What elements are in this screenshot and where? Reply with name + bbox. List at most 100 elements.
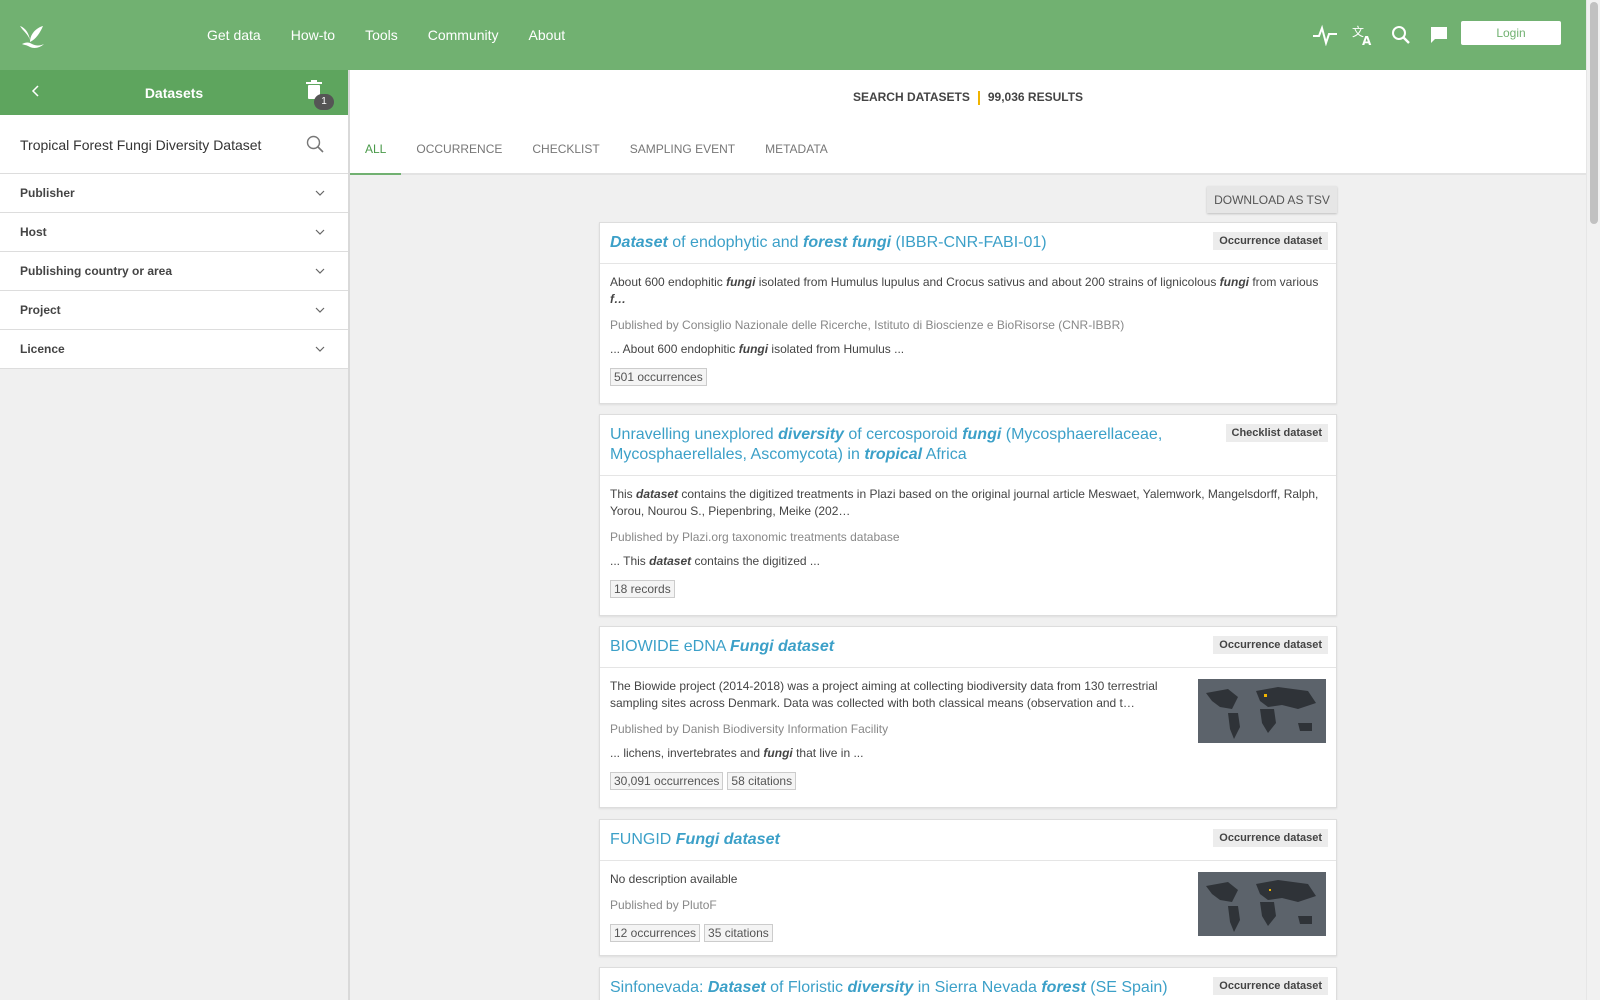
facet-label: Licence [20, 342, 65, 356]
card-header: FUNGID Fungi dataset Occurrence dataset [600, 820, 1336, 861]
dataset-type-badge: Occurrence dataset [1213, 232, 1328, 250]
search-term-highlight: fungi [851, 234, 892, 251]
citation-count-chip[interactable]: 35 citations [704, 924, 773, 942]
search-term-highlight: fungi [763, 746, 793, 760]
facet-publishing-country[interactable]: Publishing country or area [0, 252, 348, 291]
nav-about[interactable]: About [514, 27, 581, 43]
dataset-type-badge: Occurrence dataset [1213, 977, 1328, 995]
dataset-title-link[interactable]: BIOWIDE eDNA Fungi dataset [610, 638, 834, 655]
dataset-card: FUNGID Fungi dataset Occurrence dataset … [599, 819, 1337, 956]
svg-text:A: A [1362, 34, 1372, 47]
card-header: BIOWIDE eDNA Fungi dataset Occurrence da… [600, 627, 1336, 668]
gbif-leaf-logo[interactable] [16, 20, 46, 50]
metric-chips: 18 records [610, 580, 1326, 598]
metric-chips: 30,091 occurrences 58 citations [610, 772, 1326, 790]
facet-label: Host [20, 225, 47, 239]
nav-get-data[interactable]: Get data [192, 27, 276, 43]
activity-icon[interactable] [1312, 22, 1338, 48]
sidebar-search [0, 115, 348, 174]
tab-occurrence[interactable]: OCCURRENCE [401, 122, 517, 175]
dataset-card: BIOWIDE eDNA Fungi dataset Occurrence da… [599, 626, 1337, 808]
search-term-highlight: forest [1041, 979, 1086, 996]
feedback-icon[interactable] [1426, 22, 1452, 48]
dataset-title-link[interactable]: Unravelling unexplored diversity of cerc… [610, 426, 1162, 463]
results-separator [977, 90, 980, 105]
dataset-type-badge: Occurrence dataset [1213, 829, 1328, 847]
search-icon[interactable] [1388, 22, 1414, 48]
chevron-down-icon [315, 190, 325, 196]
occurrence-count-chip[interactable]: 501 occurrences [610, 368, 707, 386]
facet-label: Publisher [20, 186, 75, 200]
search-term-highlight: Fungi [675, 831, 720, 848]
search-term-highlight: diversity [778, 426, 844, 443]
world-map-thumbnail[interactable] [1198, 872, 1326, 936]
record-count-chip[interactable]: 18 records [610, 580, 675, 598]
toolbar-icons: 文A [1312, 22, 1452, 48]
search-snippet: ... About 600 endophitic fungi isolated … [610, 342, 905, 356]
search-term-highlight: Fungi [730, 638, 774, 655]
chevron-down-icon [315, 346, 325, 352]
occurrence-count-chip[interactable]: 12 occurrences [610, 924, 701, 942]
translate-icon[interactable]: 文A [1350, 22, 1376, 48]
search-term-highlight: dataset [723, 831, 780, 848]
scrollbar-thumb[interactable] [1590, 2, 1598, 224]
facet-publisher[interactable]: Publisher [0, 174, 348, 213]
dataset-type-badge: Occurrence dataset [1213, 636, 1328, 654]
nav-tools[interactable]: Tools [350, 27, 413, 43]
search-term-highlight: diversity [847, 979, 914, 996]
sidebar-header: Datasets 1 [0, 70, 348, 115]
page-scrollbar[interactable] [1586, 0, 1600, 1000]
facet-project[interactable]: Project [0, 291, 348, 330]
card-header: Dataset of endophytic and forest fungi (… [600, 223, 1336, 264]
search-snippet: ... This dataset contains the digitized … [610, 554, 820, 568]
dataset-publisher: Published by Plazi.org taxonomic treatme… [610, 530, 900, 544]
card-header: Unravelling unexplored diversity of cerc… [600, 415, 1336, 476]
dataset-type-badge: Checklist dataset [1225, 424, 1328, 442]
tab-checklist[interactable]: CHECKLIST [517, 122, 614, 175]
tab-metadata[interactable]: METADATA [750, 122, 843, 175]
search-term-highlight: fungi [962, 426, 1002, 443]
dataset-publisher: Published by Consiglio Nazionale delle R… [610, 318, 1125, 332]
tab-all[interactable]: ALL [350, 122, 402, 175]
dataset-type-tabs: ALL OCCURRENCE CHECKLIST SAMPLING EVENT … [350, 122, 843, 175]
chevron-left-icon[interactable] [28, 83, 44, 99]
download-tsv-button[interactable]: DOWNLOAD AS TSV [1207, 186, 1337, 213]
results-summary: SEARCH DATASETS 99,036 RESULTS [350, 90, 1586, 105]
nav-how-to[interactable]: How-to [276, 27, 350, 43]
facet-label: Project [20, 303, 61, 317]
dataset-description: No description available [610, 872, 738, 886]
facet-host[interactable]: Host [0, 213, 348, 252]
search-term-highlight: f… [610, 292, 626, 306]
dataset-title-link[interactable]: FUNGID Fungi dataset [610, 831, 780, 848]
dataset-card: Dataset of endophytic and forest fungi (… [599, 222, 1337, 404]
dataset-title-link[interactable]: Sinfonevada: Dataset of Floristic divers… [610, 979, 1168, 996]
search-term-highlight: dataset [778, 638, 835, 655]
metric-chips: 501 occurrences [610, 368, 1326, 386]
card-header: Sinfonevada: Dataset of Floristic divers… [600, 968, 1336, 1000]
citation-count-chip[interactable]: 58 citations [727, 772, 797, 790]
dataset-description: About 600 endophitic fungi isolated from… [610, 275, 1319, 306]
chevron-down-icon [315, 307, 325, 313]
nav-community[interactable]: Community [413, 27, 514, 43]
filter-count-badge: 1 [314, 94, 334, 110]
tab-sampling-event[interactable]: SAMPLING EVENT [615, 122, 750, 175]
search-term-highlight: fungi [726, 275, 756, 289]
dataset-title-link[interactable]: Dataset of endophytic and forest fungi (… [610, 234, 1047, 251]
results-header: SEARCH DATASETS 99,036 RESULTS ALL OCCURR… [350, 70, 1586, 175]
results-label: SEARCH DATASETS [852, 90, 970, 104]
filter-sidebar: Datasets 1 Publisher Host Publishing cou… [0, 70, 350, 1000]
occurrence-count-chip[interactable]: 30,091 occurrences [610, 772, 724, 790]
search-icon[interactable] [306, 135, 324, 153]
card-body: No description available Published by Pl… [600, 861, 1336, 950]
dataset-search-input[interactable] [20, 134, 290, 156]
sidebar-title: Datasets [144, 84, 204, 101]
search-term-highlight: tropical [864, 446, 923, 463]
search-term-highlight: dataset [636, 487, 679, 501]
world-map-thumbnail[interactable] [1198, 679, 1326, 743]
search-term-highlight: fungi [1219, 275, 1249, 289]
dataset-card: Sinfonevada: Dataset of Floristic divers… [599, 967, 1337, 1000]
facet-licence[interactable]: Licence [0, 330, 348, 369]
dataset-description: This dataset contains the digitized trea… [610, 487, 1319, 518]
search-term-highlight: fungi [738, 342, 769, 356]
login-button[interactable]: Login [1461, 21, 1561, 45]
